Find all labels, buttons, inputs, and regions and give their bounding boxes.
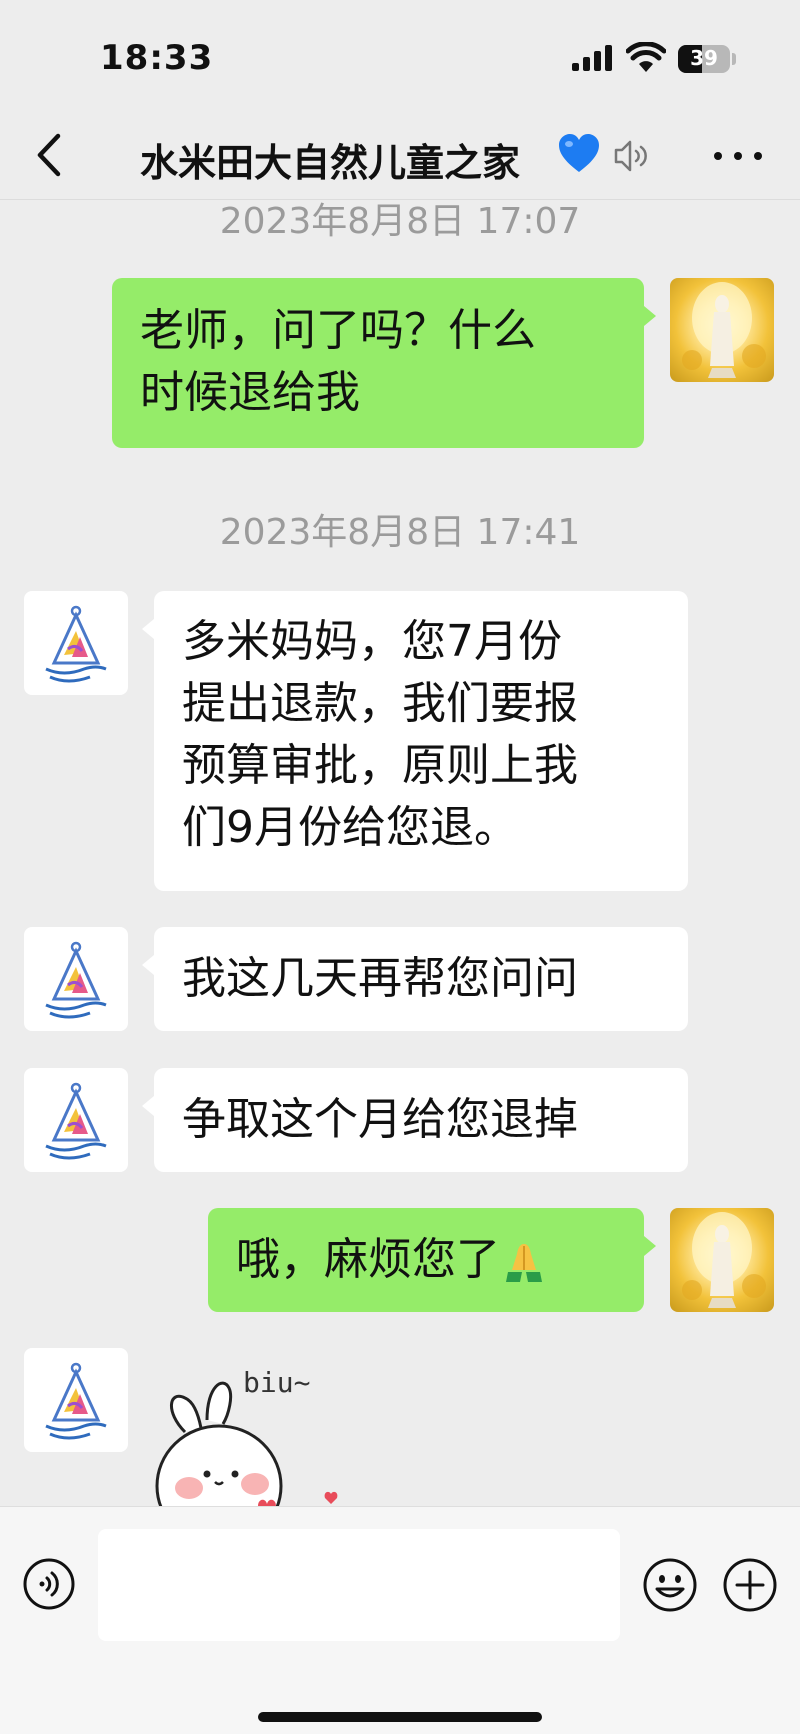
home-indicator[interactable] <box>258 1712 542 1722</box>
battery-icon: 39 <box>678 45 730 73</box>
message-input[interactable] <box>98 1529 620 1641</box>
message-line: 预算审批，原则上我 <box>182 740 578 791</box>
blue-heart-icon <box>559 134 599 172</box>
timestamp: 2023年8月8日 17:07 <box>219 201 581 242</box>
sailboat-logo-icon <box>45 1082 107 1160</box>
guanyin-statue-icon <box>682 282 766 378</box>
mute-speaker-icon <box>614 140 647 172</box>
folded-hands-icon <box>506 1244 542 1282</box>
bubble-tail <box>644 1236 656 1256</box>
sticker-text: biu~ <box>243 1366 310 1399</box>
outgoing-message-bubble[interactable]: 哦，麻烦您了 <box>208 1208 644 1312</box>
voice-icon[interactable] <box>22 1557 76 1611</box>
wifi-icon <box>626 42 666 72</box>
input-bar <box>0 1506 800 1734</box>
self-avatar[interactable] <box>670 1208 774 1312</box>
more-icon[interactable] <box>712 140 764 170</box>
message-line: 争取这个月给您退掉 <box>182 1094 578 1145</box>
bubble-tail <box>142 1096 154 1116</box>
incoming-message-bubble[interactable]: 多米妈妈，您7月份 提出退款，我们要报 预算审批，原则上我 们9月份给您退。 <box>154 591 688 891</box>
contact-avatar[interactable] <box>24 1068 128 1172</box>
self-avatar[interactable] <box>670 278 774 382</box>
bubble-tail <box>644 306 656 326</box>
bunny-sticker-image: biu~ <box>155 1366 338 1512</box>
bubble-tail <box>142 619 154 639</box>
message-line: 提出退款，我们要报 <box>182 678 578 729</box>
message-line: 时候退给我 <box>140 367 360 418</box>
battery-level: 39 <box>690 46 718 70</box>
emoji-icon[interactable] <box>642 1557 698 1613</box>
sailboat-logo-icon <box>45 941 107 1019</box>
sailboat-logo-icon <box>45 1362 107 1440</box>
outgoing-message-bubble[interactable]: 老师，问了吗？什么 时候退给我 <box>112 278 644 448</box>
guanyin-statue-icon <box>682 1212 766 1308</box>
contact-avatar[interactable] <box>24 591 128 695</box>
battery-tip <box>732 53 736 65</box>
message-line: 老师，问了吗？什么 <box>140 305 536 356</box>
message-line: 们9月份给您退。 <box>182 802 518 853</box>
back-arrow-icon[interactable] <box>26 128 76 182</box>
chat-title: 水米田大自然儿童之家 <box>140 141 521 185</box>
incoming-message-bubble[interactable]: 争取这个月给您退掉 <box>154 1068 688 1172</box>
status-bar: 18:33 39 <box>0 0 800 110</box>
contact-avatar[interactable] <box>24 1348 128 1452</box>
sailboat-logo-icon <box>45 605 107 683</box>
message-line: 哦，麻烦您了 <box>236 1234 500 1285</box>
incoming-message-bubble[interactable]: 我这几天再帮您问问 <box>154 927 688 1031</box>
contact-avatar[interactable] <box>24 927 128 1031</box>
bubble-tail <box>142 955 154 975</box>
timestamp: 2023年8月8日 17:41 <box>219 512 581 553</box>
signal-icon <box>572 45 616 71</box>
chat-header: 水米田大自然儿童之家 <box>0 110 800 200</box>
plus-icon[interactable] <box>722 1557 778 1613</box>
bunny-sticker[interactable]: biu~ <box>155 1362 385 1512</box>
message-line: 多米妈妈，您7月份 <box>182 616 562 667</box>
status-time: 18:33 <box>100 38 214 78</box>
message-line: 我这几天再帮您问问 <box>182 953 578 1004</box>
